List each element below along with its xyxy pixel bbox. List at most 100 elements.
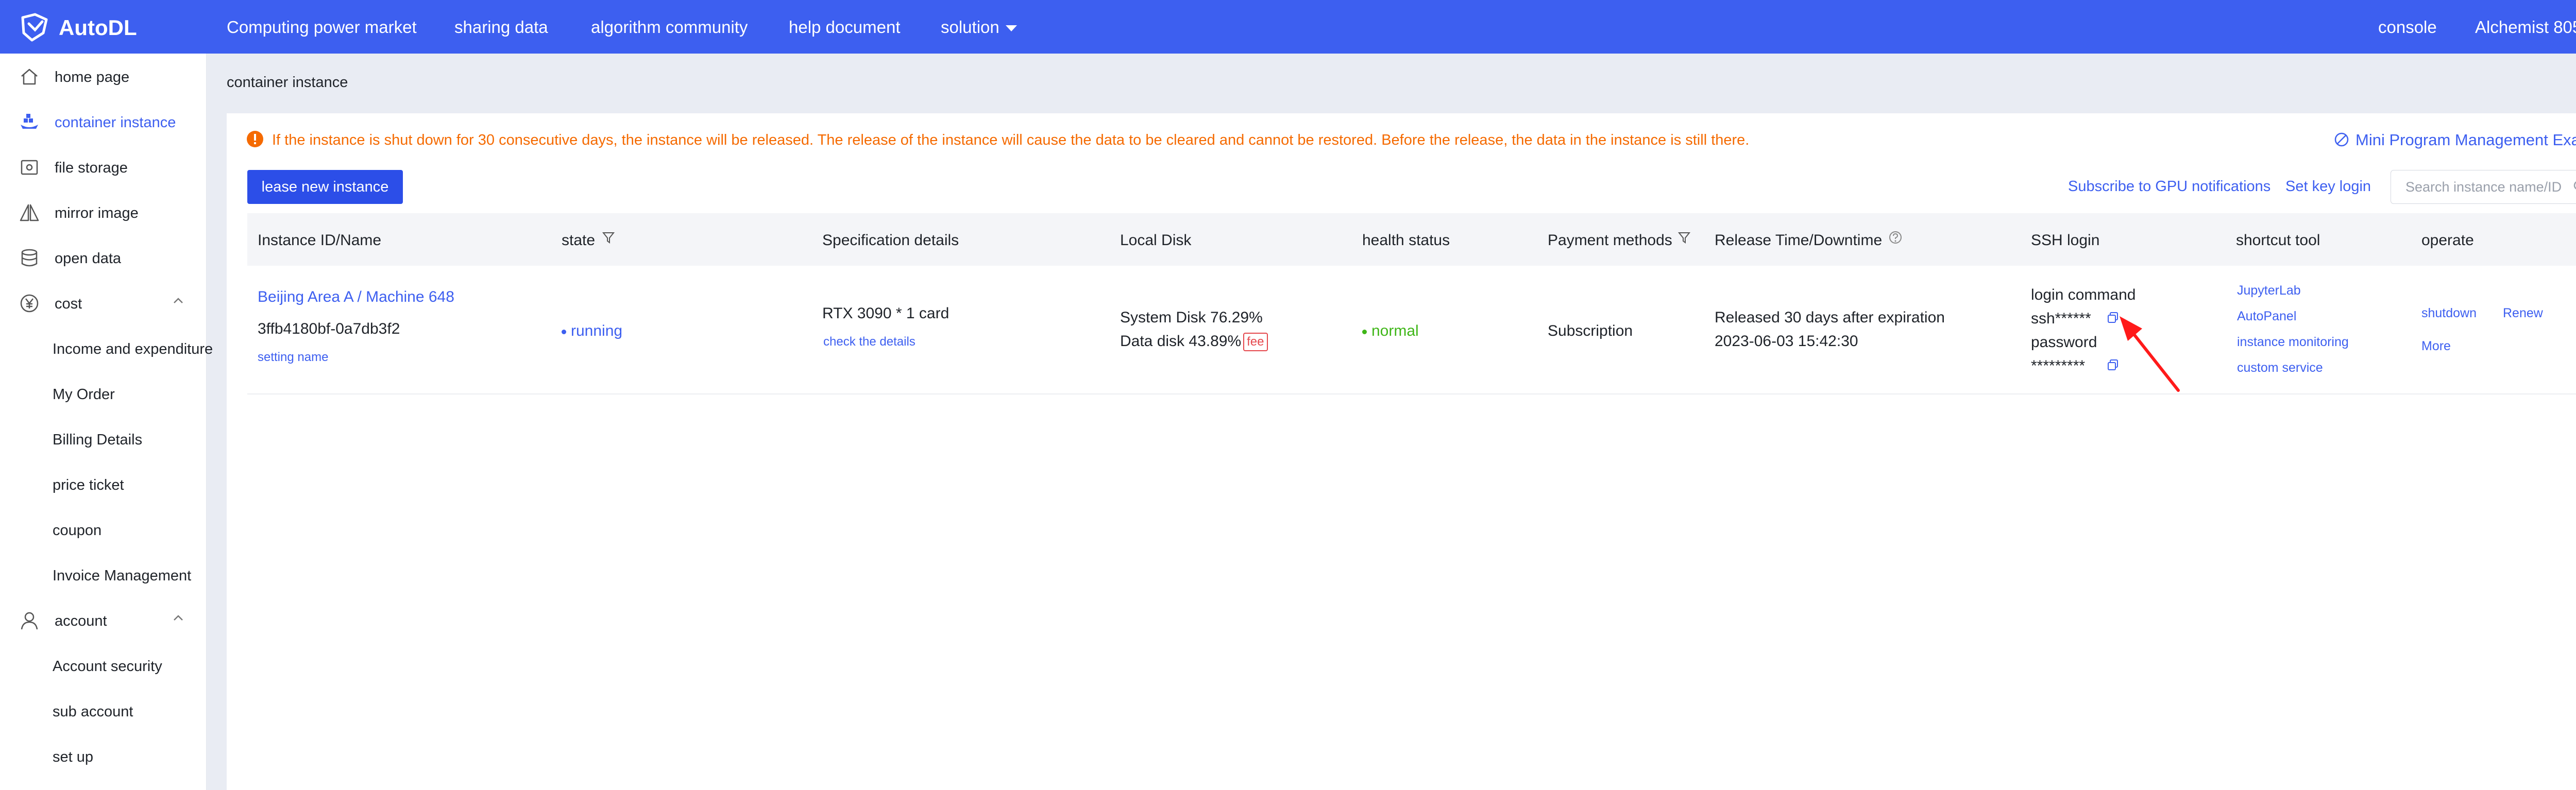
col-header-payment: Payment methods [1548,232,1672,249]
col-header-local-disk: Local Disk [1120,232,1192,249]
sidebar-item-price-ticket[interactable]: price ticket [0,461,206,507]
password-value: ********* [2031,357,2086,374]
state-status: running [562,322,622,340]
sidebar-item-label: Income and expenditure [53,341,213,357]
col-header-spec: Specification details [822,232,959,249]
sidebar-item-label: Billing Details [53,432,143,448]
chevron-down-icon [1005,25,1017,32]
home-icon [21,68,38,85]
nav-help-document[interactable]: help document [789,18,900,37]
sidebar-item-label: home page [55,69,130,85]
tool-instance-monitoring-link[interactable]: instance monitoring [2237,335,2349,350]
nav-solution[interactable]: solution [941,18,1017,37]
brand-name[interactable]: AutoDL [59,15,137,40]
nav-user-menu[interactable]: Alchemist 8051 [2475,18,2576,37]
running-dot-icon [562,329,566,334]
gpu-notifications-link[interactable]: Subscribe to GPU notifications [2068,178,2270,195]
filter-icon[interactable] [1676,230,1692,245]
container-icon [21,114,38,129]
release-policy: Released 30 days after expiration [1715,309,1945,326]
system-disk-usage: System Disk 76.29% [1120,309,1263,326]
sidebar-item-home[interactable]: home page [0,54,206,99]
nav-computing-power-market[interactable]: Computing power market [227,18,417,37]
database-icon [21,249,38,267]
sidebar-item-file-storage[interactable]: file storage [0,144,206,190]
set-key-login-link[interactable]: Set key login [2285,178,2371,195]
sidebar-item-label: mirror image [55,205,139,221]
search-input[interactable] [2391,170,2576,204]
tool-jupyterlab-link[interactable]: JupyterLab [2237,283,2301,298]
top-nav-bar: AutoDL Computing power market sharing da… [0,0,2576,54]
sidebar-item-mirror-image[interactable]: mirror image [0,190,206,235]
sidebar-item-label: sub account [53,703,133,720]
sidebar-item-label: file storage [55,160,128,176]
data-disk-label: Data disk 43.89% [1120,333,1242,350]
sidebar-item-account[interactable]: account [0,597,206,643]
state-label: running [571,322,623,339]
sidebar-item-invoice-management[interactable]: Invoice Management [0,552,206,597]
nav-user-name: Alchemist 8051 [2475,18,2576,37]
release-notice: If the instance is shut down for 30 cons… [272,132,1750,148]
sidebar-item-sub-account[interactable]: sub account [0,688,206,733]
sidebar-item-billing-details[interactable]: Billing Details [0,416,206,461]
no-entry-icon [2334,132,2349,147]
sidebar-item-label: container instance [55,114,176,131]
chevron-up-icon [174,615,183,621]
storage-icon [21,160,38,175]
more-button[interactable]: More [2421,339,2451,354]
col-header-state: state [562,232,596,249]
sidebar-item-account-security[interactable]: Account security [0,643,206,688]
mirror-icon [20,204,39,221]
data-disk-usage: Data disk 43.89% fee [1120,333,1268,352]
sidebar-item-label: coupon [53,522,102,539]
nav-sharing-data[interactable]: sharing data [454,18,548,37]
sidebar-item-label: price ticket [53,477,124,493]
payment-method: Subscription [1548,322,1633,339]
tool-custom-service-link[interactable]: custom service [2237,360,2323,375]
normal-dot-icon [1362,329,1367,334]
col-header-instance: Instance ID/Name [258,232,382,249]
col-header-health: health status [1362,232,1450,249]
col-header-operate: operate [2421,232,2474,249]
user-icon [21,612,38,630]
filter-icon[interactable] [601,230,616,245]
mini-program-label: Mini Program Management Example [2355,131,2576,149]
password-label: password [2031,334,2097,351]
nav-algorithm-community[interactable]: algorithm community [591,18,748,37]
setting-name-link[interactable]: setting name [258,350,328,365]
sidebar-item-label: Invoice Management [53,568,192,584]
fee-tag[interactable]: fee [1243,333,1268,352]
col-header-release-time: Release Time/Downtime [1715,232,1883,249]
sidebar-item-label: account [55,613,107,629]
sidebar: home page container instance file storag… [0,54,213,790]
sidebar-item-set-up[interactable]: set up [0,733,206,779]
sidebar-item-open-data[interactable]: open data [0,235,206,280]
sidebar-item-my-order[interactable]: My Order [0,371,206,416]
yen-icon [20,294,39,313]
check-details-link[interactable]: check the details [823,335,916,349]
col-header-shortcut-tool: shortcut tool [2236,232,2320,249]
tool-autopanel-link[interactable]: AutoPanel [2237,309,2296,324]
chevron-up-icon [174,298,183,303]
shutdown-button[interactable]: shutdown [2421,306,2477,321]
instance-name-link[interactable]: Beijing Area A / Machine 648 [258,288,454,306]
col-header-ssh-login: SSH login [2031,232,2100,249]
red-arrow-annotation-icon [2120,316,2180,392]
sidebar-item-label: My Order [53,386,115,403]
help-circle-icon[interactable] [1888,230,1903,245]
nav-console[interactable]: console [2378,18,2437,37]
sidebar-item-income-expenditure[interactable]: Income and expenditure [0,325,213,371]
renew-button[interactable]: Renew [2503,306,2543,321]
ssh-login-label: login command [2031,286,2136,303]
autodl-logo-icon [21,13,48,42]
warning-icon [247,131,263,147]
search-icon[interactable] [2572,179,2576,194]
mini-program-link[interactable]: Mini Program Management Example [2355,131,2576,149]
health-status: normal [1362,322,1419,340]
spec-details: RTX 3090 * 1 card [822,305,950,322]
sidebar-item-cost[interactable]: cost [0,280,206,325]
sidebar-item-container-instance[interactable]: container instance [0,99,206,144]
lease-new-instance-button[interactable]: lease new instance [247,170,403,204]
ssh-command: ssh****** [2031,310,2091,327]
sidebar-item-coupon[interactable]: coupon [0,507,206,552]
